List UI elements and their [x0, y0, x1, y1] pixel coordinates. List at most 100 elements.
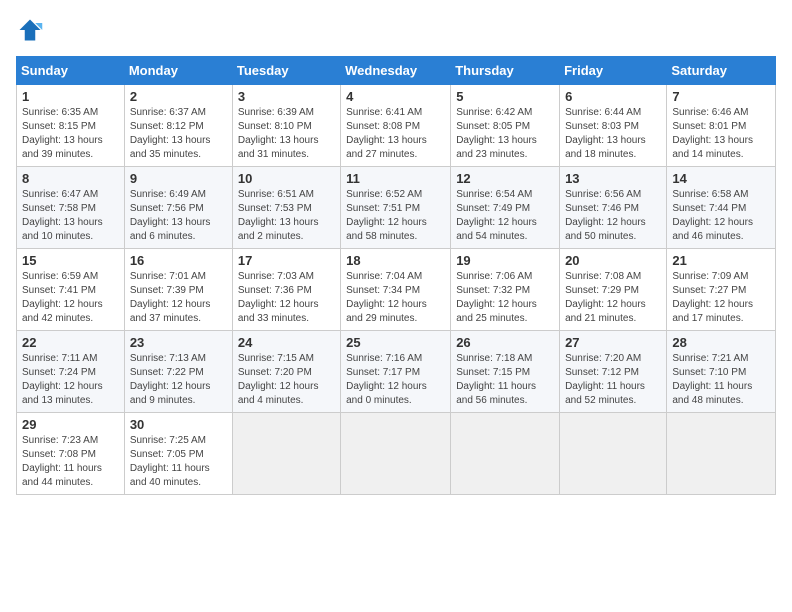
table-row: 8 Sunrise: 6:47 AM Sunset: 7:58 PM Dayli… [17, 167, 125, 249]
table-row: 22 Sunrise: 7:11 AM Sunset: 7:24 PM Dayl… [17, 331, 125, 413]
table-row: 18 Sunrise: 7:04 AM Sunset: 7:34 PM Dayl… [341, 249, 451, 331]
day-number: 26 [456, 335, 554, 350]
day-number: 18 [346, 253, 445, 268]
col-saturday: Saturday [667, 57, 776, 85]
day-info: Sunrise: 7:25 AM Sunset: 7:05 PM Dayligh… [130, 434, 227, 490]
calendar-week-row: 1 Sunrise: 6:35 AMSunset: 8:15 PMDayligh… [17, 85, 776, 167]
day-info: Sunrise: 7:15 AM Sunset: 7:20 PM Dayligh… [238, 352, 335, 408]
day-info: Sunrise: 7:23 AM Sunset: 7:08 PM Dayligh… [22, 434, 119, 490]
day-info: Sunrise: 6:58 AM Sunset: 7:44 PM Dayligh… [672, 188, 770, 244]
table-row: 2 Sunrise: 6:37 AM Sunset: 8:12 PM Dayli… [124, 85, 232, 167]
table-row: 19 Sunrise: 7:06 AM Sunset: 7:32 PM Dayl… [451, 249, 560, 331]
logo [16, 16, 52, 44]
day-number: 29 [22, 417, 119, 432]
day-info: Sunrise: 6:39 AM Sunset: 8:10 PM Dayligh… [238, 106, 335, 162]
day-number: 17 [238, 253, 335, 268]
day-number: 9 [130, 171, 227, 186]
day-info: Sunrise: 7:11 AM Sunset: 7:24 PM Dayligh… [22, 352, 119, 408]
table-row: 29 Sunrise: 7:23 AM Sunset: 7:08 PM Dayl… [17, 413, 125, 495]
day-number: 3 [238, 89, 335, 104]
col-sunday: Sunday [17, 57, 125, 85]
table-row [451, 413, 560, 495]
day-number: 5 [456, 89, 554, 104]
page-header [16, 16, 776, 44]
table-row: 30 Sunrise: 7:25 AM Sunset: 7:05 PM Dayl… [124, 413, 232, 495]
table-row: 6 Sunrise: 6:44 AM Sunset: 8:03 PM Dayli… [560, 85, 667, 167]
table-row: 1 Sunrise: 6:35 AMSunset: 8:15 PMDayligh… [17, 85, 125, 167]
table-row: 16 Sunrise: 7:01 AM Sunset: 7:39 PM Dayl… [124, 249, 232, 331]
table-row: 9 Sunrise: 6:49 AM Sunset: 7:56 PM Dayli… [124, 167, 232, 249]
day-number: 27 [565, 335, 661, 350]
day-number: 2 [130, 89, 227, 104]
col-thursday: Thursday [451, 57, 560, 85]
day-number: 25 [346, 335, 445, 350]
day-info: Sunrise: 6:52 AM Sunset: 7:51 PM Dayligh… [346, 188, 445, 244]
table-row: 24 Sunrise: 7:15 AM Sunset: 7:20 PM Dayl… [232, 331, 340, 413]
day-number: 20 [565, 253, 661, 268]
day-info: Sunrise: 7:04 AM Sunset: 7:34 PM Dayligh… [346, 270, 445, 326]
day-info: Sunrise: 6:54 AM Sunset: 7:49 PM Dayligh… [456, 188, 554, 244]
day-info: Sunrise: 7:09 AM Sunset: 7:27 PM Dayligh… [672, 270, 770, 326]
day-number: 24 [238, 335, 335, 350]
table-row: 20 Sunrise: 7:08 AM Sunset: 7:29 PM Dayl… [560, 249, 667, 331]
table-row [560, 413, 667, 495]
calendar-week-row: 22 Sunrise: 7:11 AM Sunset: 7:24 PM Dayl… [17, 331, 776, 413]
day-info: Sunrise: 6:41 AM Sunset: 8:08 PM Dayligh… [346, 106, 445, 162]
table-row: 27 Sunrise: 7:20 AM Sunset: 7:12 PM Dayl… [560, 331, 667, 413]
table-row: 21 Sunrise: 7:09 AM Sunset: 7:27 PM Dayl… [667, 249, 776, 331]
table-row [232, 413, 340, 495]
logo-icon [16, 16, 44, 44]
day-info: Sunrise: 7:01 AM Sunset: 7:39 PM Dayligh… [130, 270, 227, 326]
calendar-week-row: 8 Sunrise: 6:47 AM Sunset: 7:58 PM Dayli… [17, 167, 776, 249]
table-row: 5 Sunrise: 6:42 AM Sunset: 8:05 PM Dayli… [451, 85, 560, 167]
table-row: 23 Sunrise: 7:13 AM Sunset: 7:22 PM Dayl… [124, 331, 232, 413]
table-row: 7 Sunrise: 6:46 AM Sunset: 8:01 PM Dayli… [667, 85, 776, 167]
day-number: 6 [565, 89, 661, 104]
day-number: 10 [238, 171, 335, 186]
calendar-week-row: 15 Sunrise: 6:59 AM Sunset: 7:41 PM Dayl… [17, 249, 776, 331]
day-info: Sunrise: 7:06 AM Sunset: 7:32 PM Dayligh… [456, 270, 554, 326]
table-row: 17 Sunrise: 7:03 AM Sunset: 7:36 PM Dayl… [232, 249, 340, 331]
day-info: Sunrise: 6:37 AM Sunset: 8:12 PM Dayligh… [130, 106, 227, 162]
table-row: 28 Sunrise: 7:21 AM Sunset: 7:10 PM Dayl… [667, 331, 776, 413]
day-number: 12 [456, 171, 554, 186]
day-number: 22 [22, 335, 119, 350]
table-row: 12 Sunrise: 6:54 AM Sunset: 7:49 PM Dayl… [451, 167, 560, 249]
day-info: Sunrise: 7:08 AM Sunset: 7:29 PM Dayligh… [565, 270, 661, 326]
col-friday: Friday [560, 57, 667, 85]
day-info: Sunrise: 7:20 AM Sunset: 7:12 PM Dayligh… [565, 352, 661, 408]
table-row: 13 Sunrise: 6:56 AM Sunset: 7:46 PM Dayl… [560, 167, 667, 249]
day-number: 4 [346, 89, 445, 104]
table-row: 4 Sunrise: 6:41 AM Sunset: 8:08 PM Dayli… [341, 85, 451, 167]
day-info: Sunrise: 7:13 AM Sunset: 7:22 PM Dayligh… [130, 352, 227, 408]
day-number: 28 [672, 335, 770, 350]
table-row [667, 413, 776, 495]
day-info: Sunrise: 6:59 AM Sunset: 7:41 PM Dayligh… [22, 270, 119, 326]
day-info: Sunrise: 6:49 AM Sunset: 7:56 PM Dayligh… [130, 188, 227, 244]
day-info: Sunrise: 6:46 AM Sunset: 8:01 PM Dayligh… [672, 106, 770, 162]
table-row: 10 Sunrise: 6:51 AM Sunset: 7:53 PM Dayl… [232, 167, 340, 249]
table-row: 11 Sunrise: 6:52 AM Sunset: 7:51 PM Dayl… [341, 167, 451, 249]
calendar-table: Sunday Monday Tuesday Wednesday Thursday… [16, 56, 776, 495]
table-row: 3 Sunrise: 6:39 AM Sunset: 8:10 PM Dayli… [232, 85, 340, 167]
day-number: 30 [130, 417, 227, 432]
day-number: 23 [130, 335, 227, 350]
day-info: Sunrise: 6:56 AM Sunset: 7:46 PM Dayligh… [565, 188, 661, 244]
col-tuesday: Tuesday [232, 57, 340, 85]
table-row [341, 413, 451, 495]
day-info: Sunrise: 6:47 AM Sunset: 7:58 PM Dayligh… [22, 188, 119, 244]
day-number: 19 [456, 253, 554, 268]
day-info: Sunrise: 6:44 AM Sunset: 8:03 PM Dayligh… [565, 106, 661, 162]
day-info: Sunrise: 6:51 AM Sunset: 7:53 PM Dayligh… [238, 188, 335, 244]
day-info: Sunrise: 6:42 AM Sunset: 8:05 PM Dayligh… [456, 106, 554, 162]
day-number: 13 [565, 171, 661, 186]
day-number: 21 [672, 253, 770, 268]
table-row: 15 Sunrise: 6:59 AM Sunset: 7:41 PM Dayl… [17, 249, 125, 331]
calendar-header-row: Sunday Monday Tuesday Wednesday Thursday… [17, 57, 776, 85]
col-wednesday: Wednesday [341, 57, 451, 85]
day-number: 16 [130, 253, 227, 268]
day-number: 15 [22, 253, 119, 268]
day-info: Sunrise: 7:03 AM Sunset: 7:36 PM Dayligh… [238, 270, 335, 326]
day-number: 8 [22, 171, 119, 186]
day-info: Sunrise: 7:16 AM Sunset: 7:17 PM Dayligh… [346, 352, 445, 408]
